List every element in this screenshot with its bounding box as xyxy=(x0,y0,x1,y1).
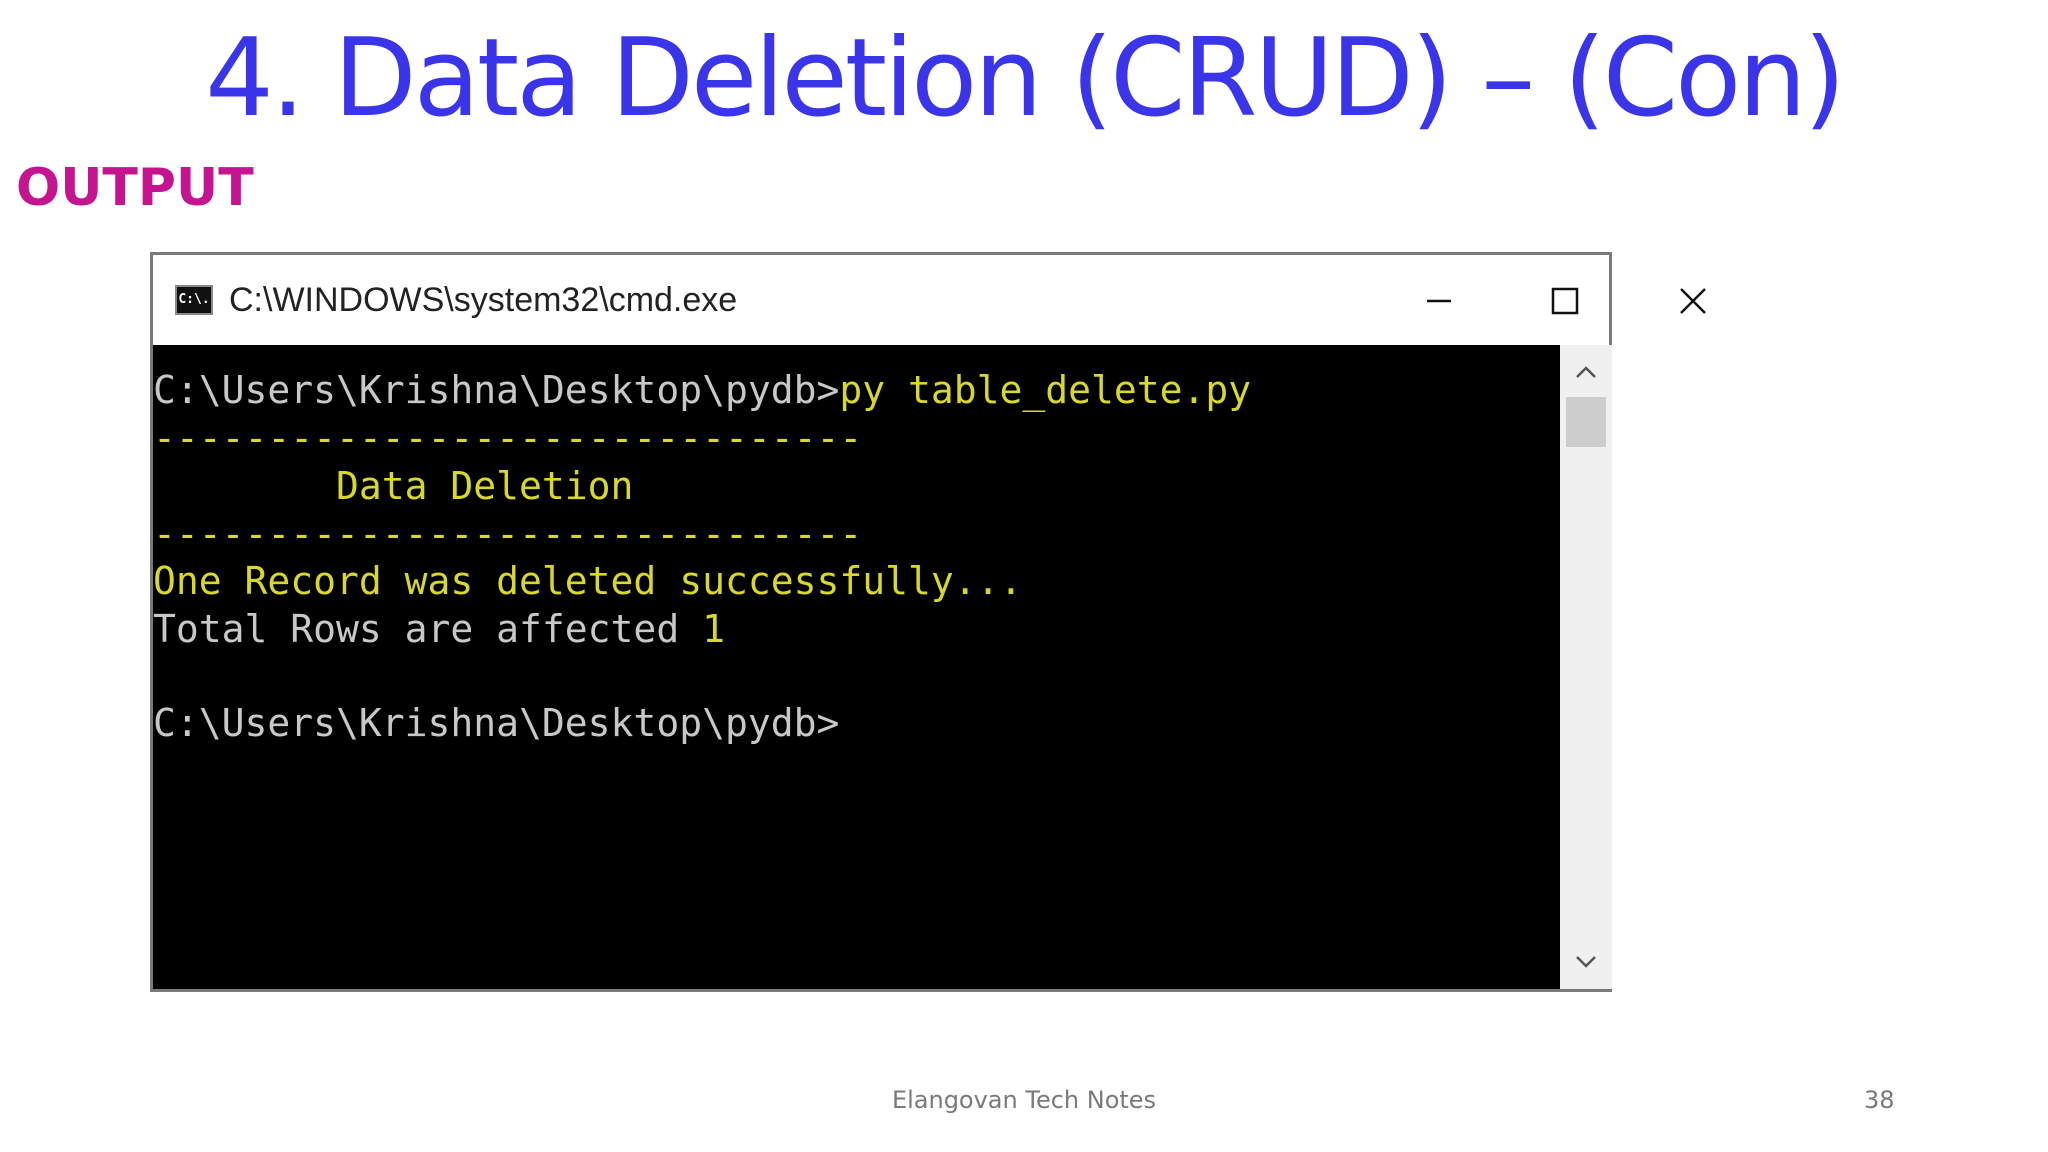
scroll-thumb[interactable] xyxy=(1566,397,1606,447)
cmd-app-icon[interactable]: C:\. xyxy=(175,285,213,315)
scroll-up-button[interactable] xyxy=(1560,351,1612,395)
window-title: C:\WINDOWS\system32\cmd.exe xyxy=(229,281,738,319)
rows-affected-label: Total Rows are affected xyxy=(153,607,703,651)
console-rows-affected: Total Rows are affected 1 xyxy=(153,606,725,652)
console-output[interactable]: C:\Users\Krishna\Desktop\pydb>py table_d… xyxy=(153,345,1560,989)
slide-title: 4. Data Deletion (CRUD) – (Con) xyxy=(205,16,1846,141)
chevron-up-icon xyxy=(1576,366,1596,378)
scroll-down-button[interactable] xyxy=(1560,939,1612,983)
page-number: 38 xyxy=(1864,1086,1895,1114)
console-success-message: One Record was deleted successfully... xyxy=(153,559,1023,603)
console-command: py table_delete.py xyxy=(839,368,1252,412)
console-heading: Data Deletion xyxy=(153,464,634,508)
console-divider-bottom: ------------------------------- xyxy=(153,512,863,556)
section-label: OUTPUT xyxy=(16,158,254,218)
console-divider-top: ------------------------------- xyxy=(153,416,863,460)
console-prompt: C:\Users\Krishna\Desktop\pydb> xyxy=(153,368,840,412)
footer-text: Elangovan Tech Notes xyxy=(891,1086,1157,1114)
rows-affected-value: 1 xyxy=(702,607,725,651)
close-icon xyxy=(1680,288,1706,314)
chevron-down-icon xyxy=(1576,956,1596,968)
vertical-scrollbar[interactable] xyxy=(1560,345,1612,989)
maximize-icon xyxy=(1551,287,1579,315)
close-button[interactable] xyxy=(1661,269,1725,333)
cmd-window: C:\. C:\WINDOWS\system32\cmd.exe C:\User… xyxy=(150,252,1706,992)
minimize-button[interactable] xyxy=(1407,269,1471,333)
console-prompt-current: C:\Users\Krishna\Desktop\pydb> xyxy=(153,701,840,745)
console-line-command: C:\Users\Krishna\Desktop\pydb>py table_d… xyxy=(153,367,1251,413)
minimize-icon xyxy=(1427,299,1451,303)
window-titlebar[interactable]: C:\. C:\WINDOWS\system32\cmd.exe xyxy=(153,255,1706,345)
maximize-button[interactable] xyxy=(1533,269,1597,333)
